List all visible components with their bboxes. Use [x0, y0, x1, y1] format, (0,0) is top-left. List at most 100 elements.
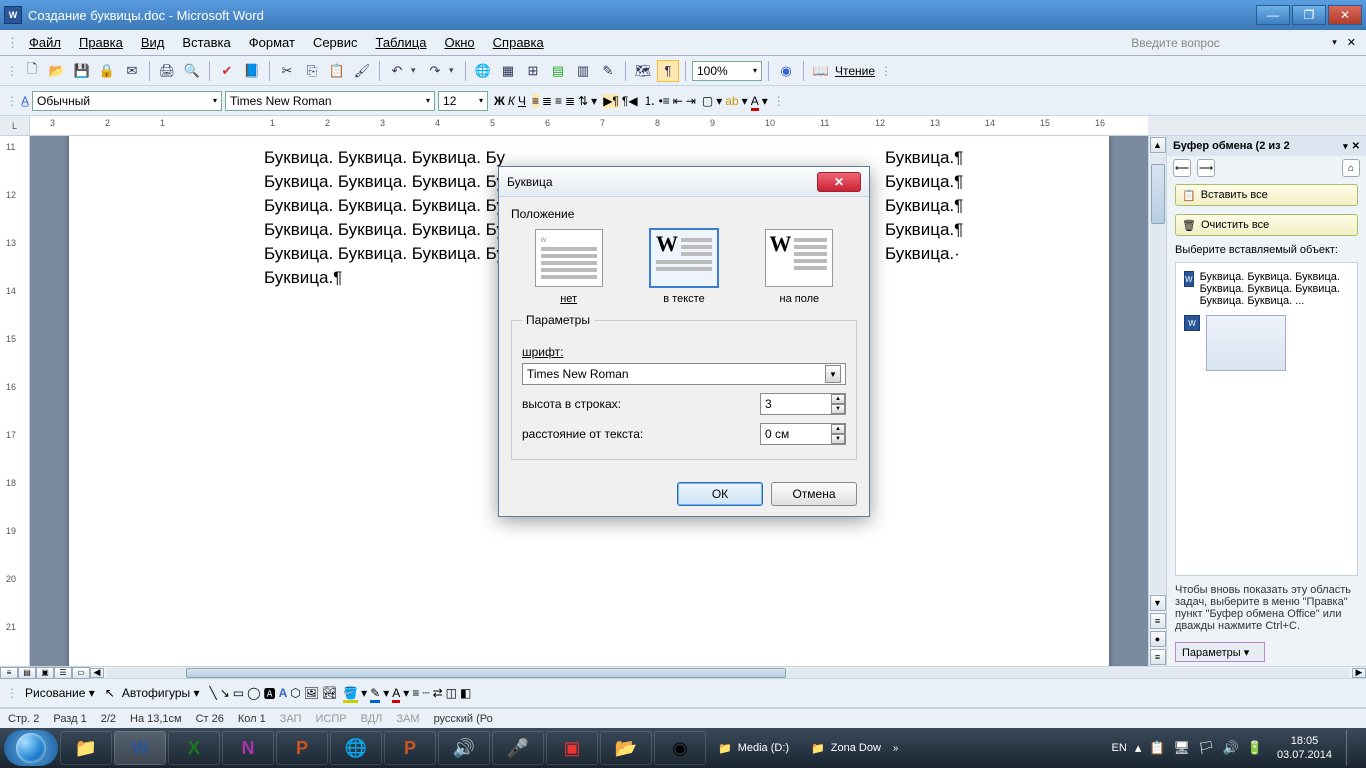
distance-spinner[interactable]: 0 см ▲▼	[760, 423, 846, 445]
toolbar-handle-icon[interactable]: ⋮	[6, 64, 18, 78]
taskbar-folder2[interactable]: 📂	[600, 731, 652, 765]
clipboard-items-list[interactable]: W Буквица. Буквица. Буквица. Буквица. Бу…	[1175, 262, 1358, 576]
textbox-tool-button[interactable]: 🅰	[264, 685, 276, 702]
taskbar-onenote[interactable]: N	[222, 731, 274, 765]
bold-button[interactable]: Ж	[494, 94, 505, 108]
toolbar-overflow-icon[interactable]: ⋮	[771, 94, 787, 108]
close-button[interactable]: ✕	[1328, 5, 1362, 25]
tray-battery-icon[interactable]: 🔋	[1247, 740, 1263, 756]
clipboard-item[interactable]: W	[1180, 311, 1353, 375]
task-pane-close-icon[interactable]: ✕	[1352, 141, 1360, 152]
numbering-button[interactable]: ⒈	[644, 92, 656, 109]
spin-down-button[interactable]: ▼	[831, 434, 845, 444]
menu-table[interactable]: Таблица	[367, 32, 434, 53]
maximize-button[interactable]: ❐	[1292, 5, 1326, 25]
cut-button[interactable]: ✂	[276, 60, 298, 82]
3d-button[interactable]: ◧	[460, 686, 471, 700]
style-combo[interactable]: Обычный▾	[32, 91, 222, 111]
task-pane-options-button[interactable]: Параметры ▾	[1175, 642, 1265, 662]
dialog-close-button[interactable]: ✕	[817, 172, 861, 192]
print-view-button[interactable]: ▣	[36, 667, 54, 679]
redo-dropdown[interactable]: ▾	[449, 65, 459, 76]
font-color-button[interactable]: A	[751, 94, 759, 108]
highlight-dropdown[interactable]: ▾	[742, 94, 748, 108]
taskbar-word[interactable]: W	[114, 731, 166, 765]
hscroll-thumb[interactable]	[186, 668, 786, 678]
outline-view-button[interactable]: ☰	[54, 667, 72, 679]
dialog-titlebar[interactable]: Буквица ✕	[499, 167, 869, 197]
status-ovr[interactable]: ЗАМ	[396, 713, 419, 725]
taskbar-explorer[interactable]: 📁	[60, 731, 112, 765]
font-size-combo[interactable]: 12▾	[438, 91, 488, 111]
browse-prev-button[interactable]: ≡	[1150, 613, 1166, 629]
taskbar-chrome[interactable]: ◉	[654, 731, 706, 765]
hyperlink-button[interactable]: 🌐	[472, 60, 494, 82]
horizontal-ruler[interactable]: 3211234567891011121314151617	[30, 116, 1148, 135]
status-rec[interactable]: ЗАП	[280, 713, 302, 725]
docmap-button[interactable]: 🗺	[632, 60, 654, 82]
decrease-indent-button[interactable]: ⇤	[673, 94, 683, 108]
clipboard-item[interactable]: W Буквица. Буквица. Буквица. Буквица. Бу…	[1180, 267, 1353, 311]
font-select[interactable]: Times New Roman▼	[522, 363, 846, 385]
show-desktop-button[interactable]	[1346, 730, 1354, 766]
scroll-left-button[interactable]: ◀	[90, 668, 104, 678]
toolbar-overflow-icon[interactable]: ⋮	[878, 64, 894, 78]
vertical-ruler[interactable]: 1112131415161718192021	[0, 136, 30, 666]
help-search-input[interactable]: Введите вопрос	[1126, 33, 1326, 53]
menu-view[interactable]: Вид	[133, 32, 173, 53]
spellcheck-button[interactable]: ✔	[216, 60, 238, 82]
task-pane-dropdown-icon[interactable]: ▾	[1343, 141, 1348, 152]
tray-up-icon[interactable]: ▴	[1135, 740, 1142, 756]
line-spacing-dropdown[interactable]: ▾	[591, 94, 597, 108]
shadow-button[interactable]: ◫	[446, 686, 457, 700]
tables-borders-button[interactable]: ▦	[497, 60, 519, 82]
scroll-up-button[interactable]: ▲	[1150, 137, 1166, 153]
copy-button[interactable]: ⎘	[301, 60, 323, 82]
spin-up-button[interactable]: ▲	[831, 424, 845, 434]
menu-edit[interactable]: Правка	[71, 32, 131, 53]
paste-all-button[interactable]: 📋Вставить все	[1175, 184, 1358, 206]
styles-pane-button[interactable]: A̲	[21, 94, 29, 108]
start-button[interactable]	[4, 730, 58, 766]
taskbar-pp2[interactable]: P	[384, 731, 436, 765]
scroll-down-button[interactable]: ▼	[1150, 595, 1166, 611]
scroll-thumb[interactable]	[1151, 164, 1165, 224]
italic-button[interactable]: К	[508, 94, 515, 108]
show-marks-button[interactable]: ¶	[657, 60, 679, 82]
tray-clipboard-icon[interactable]: 📋	[1149, 740, 1165, 756]
tray-monitor-icon[interactable]: 🖥	[1174, 740, 1191, 756]
font-color-dropdown[interactable]: ▾	[762, 94, 768, 108]
save-button[interactable]: 💾	[71, 60, 93, 82]
task-pane-home-button[interactable]: ⌂	[1342, 159, 1360, 177]
linecolor-dropdown[interactable]: ▾	[383, 686, 389, 700]
status-language[interactable]: русский (Ро	[434, 713, 493, 725]
new-doc-button[interactable]: 🗋	[21, 60, 43, 82]
format-painter-button[interactable]: 🖌	[351, 60, 373, 82]
cancel-button[interactable]: Отмена	[771, 482, 857, 506]
status-ext[interactable]: ВДЛ	[361, 713, 383, 725]
arrow-style-button[interactable]: ⇄	[433, 686, 443, 700]
email-button[interactable]: ✉	[121, 60, 143, 82]
undo-button[interactable]: ↶	[386, 60, 408, 82]
taskbar-powerpoint[interactable]: P	[276, 731, 328, 765]
browse-object-button[interactable]: ●	[1150, 631, 1166, 647]
menu-file[interactable]: Файл	[21, 32, 69, 53]
fill-color-button[interactable]: 🪣	[343, 686, 358, 700]
menu-help[interactable]: Справка	[485, 32, 552, 53]
tray-flag-icon[interactable]: 🏳	[1198, 740, 1215, 756]
menu-format[interactable]: Формат	[241, 32, 303, 53]
print-button[interactable]: 🖨	[156, 60, 178, 82]
taskbar-app-red[interactable]: ▣	[546, 731, 598, 765]
status-trk[interactable]: ИСПР	[316, 713, 347, 725]
undo-dropdown[interactable]: ▾	[411, 65, 421, 76]
picture-button[interactable]: 🏞	[322, 686, 337, 700]
open-button[interactable]: 📂	[46, 60, 68, 82]
line-color-button[interactable]: ✎	[370, 686, 380, 700]
font-combo[interactable]: Times New Roman▾	[225, 91, 435, 111]
font-color-button-2[interactable]: A	[392, 686, 400, 700]
ok-button[interactable]: ОК	[677, 482, 763, 506]
menu-window[interactable]: Окно	[436, 32, 482, 53]
clipart-button[interactable]: 🖼	[304, 686, 319, 700]
fill-dropdown[interactable]: ▾	[361, 686, 367, 700]
spin-down-button[interactable]: ▼	[831, 404, 845, 414]
